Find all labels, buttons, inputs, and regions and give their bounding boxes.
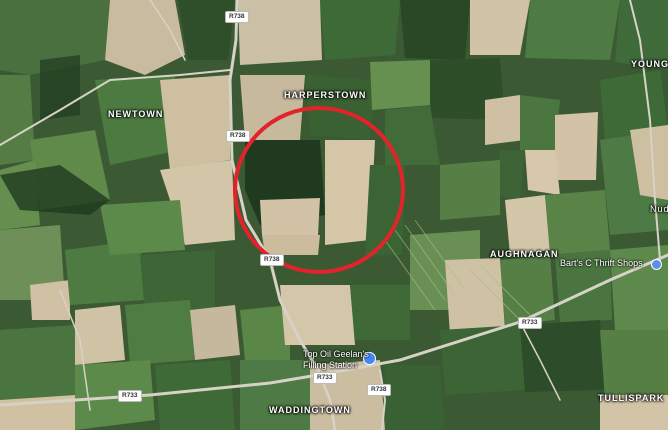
place-label-harperstown: HARPERSTOWN [284, 90, 367, 100]
poi-filling-station-name: Top Oil Geelan's [303, 349, 369, 359]
poi-filling-station-type: Filling Station [303, 360, 358, 370]
poi-thrift-shop[interactable]: Bart's C Thrift Shops [560, 258, 643, 268]
place-label-aughnagan: AUGHNAGAN [490, 249, 559, 259]
road-shield-r738: R738 [367, 384, 391, 396]
place-label-tullispark: TULLISPARK [598, 393, 665, 403]
place-label-newtown: NEWTOWN [108, 109, 164, 119]
place-label-nud: Nud [650, 204, 668, 214]
road-shield-r733: R733 [118, 390, 142, 402]
road-shield-r738: R738 [226, 130, 250, 142]
shop-pin-icon[interactable] [651, 259, 662, 270]
highlight-ring [233, 106, 405, 274]
road-shield-r738: R738 [260, 254, 284, 266]
satellite-map[interactable]: NEWTOWN HARPERSTOWN AUGHNAGAN WADDINGTOW… [0, 0, 668, 430]
road-shield-r738: R738 [225, 11, 249, 23]
poi-filling-station[interactable]: Top Oil Geelan's Filling Station [303, 349, 369, 371]
place-label-waddingtown: WADDINGTOWN [269, 405, 351, 415]
place-label-youngs: YOUNGS [631, 59, 668, 69]
road-shield-r733: R733 [313, 372, 337, 384]
road-shield-r733: R733 [518, 317, 542, 329]
